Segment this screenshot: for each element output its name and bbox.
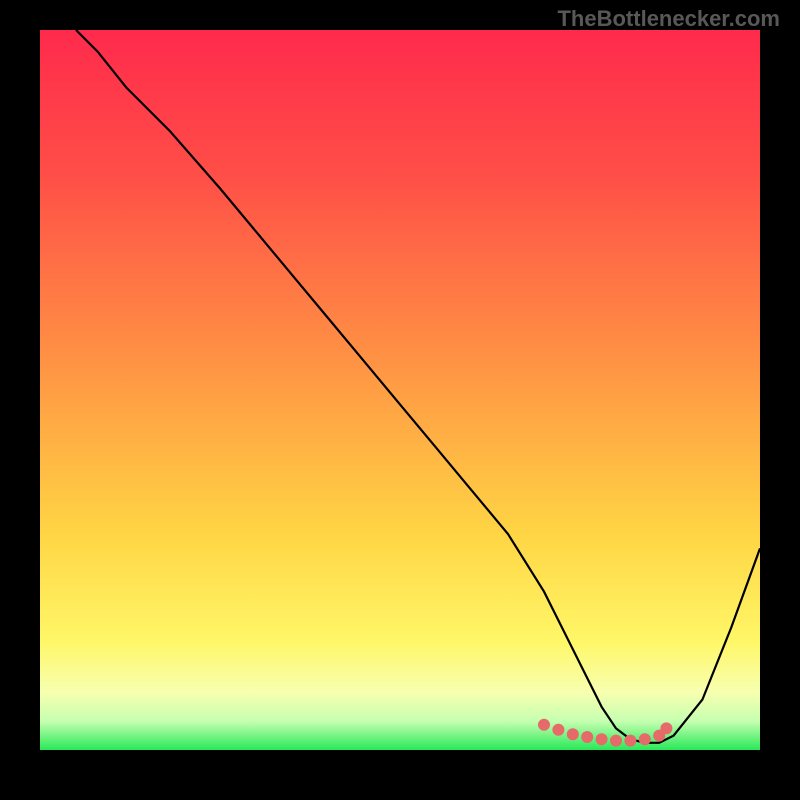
plot-area	[40, 30, 760, 750]
chart-container: TheBottlenecker.com	[0, 0, 800, 800]
marker-point	[567, 728, 579, 740]
marker-point	[552, 724, 564, 736]
chart-svg	[40, 30, 760, 750]
marker-point	[639, 733, 651, 745]
marker-point	[596, 733, 608, 745]
marker-point	[581, 731, 593, 743]
watermark-text: TheBottlenecker.com	[557, 6, 780, 32]
marker-point	[538, 719, 550, 731]
marker-point	[660, 722, 672, 734]
marker-point	[624, 735, 636, 747]
marker-point	[610, 735, 622, 747]
chart-background	[40, 30, 760, 750]
